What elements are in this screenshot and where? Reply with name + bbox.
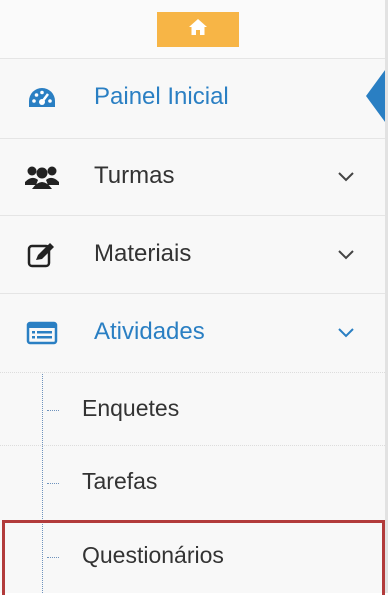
sidebar-header [0, 0, 385, 58]
tree-branch [47, 410, 59, 411]
chevron-down-icon[interactable] [336, 245, 356, 265]
home-icon [188, 18, 208, 41]
sidebar-item-label: Turmas [94, 162, 175, 189]
sidebar-item-label: Atividades [94, 318, 205, 345]
sidebar-item-materiais[interactable]: Materiais [0, 215, 385, 293]
list-icon [22, 317, 62, 349]
dashboard-icon [22, 83, 62, 115]
sidebar-item-label: Painel Inicial [94, 83, 229, 110]
edit-icon [22, 239, 62, 271]
sidebar-item-label: Materiais [94, 240, 192, 267]
sidebar-item-atividades[interactable]: Atividades [0, 293, 385, 372]
sidebar-item-painel-inicial[interactable]: Painel Inicial [0, 58, 385, 138]
home-button[interactable] [157, 12, 239, 47]
sidebar-item-turmas[interactable]: Turmas [0, 138, 385, 215]
chevron-down-icon[interactable] [336, 167, 356, 187]
users-icon [22, 161, 62, 193]
submenu-item-enquetes[interactable]: Enquetes [0, 372, 385, 445]
sidebar: Painel Inicial Turmas Materiais Atividad… [0, 0, 388, 595]
submenu-item-label: Enquetes [82, 395, 180, 421]
highlight-box [2, 520, 385, 595]
submenu-item-tarefas[interactable]: Tarefas [0, 445, 385, 520]
submenu-item-label: Tarefas [82, 468, 158, 494]
tree-branch [47, 483, 59, 484]
chevron-down-icon[interactable] [336, 323, 356, 343]
